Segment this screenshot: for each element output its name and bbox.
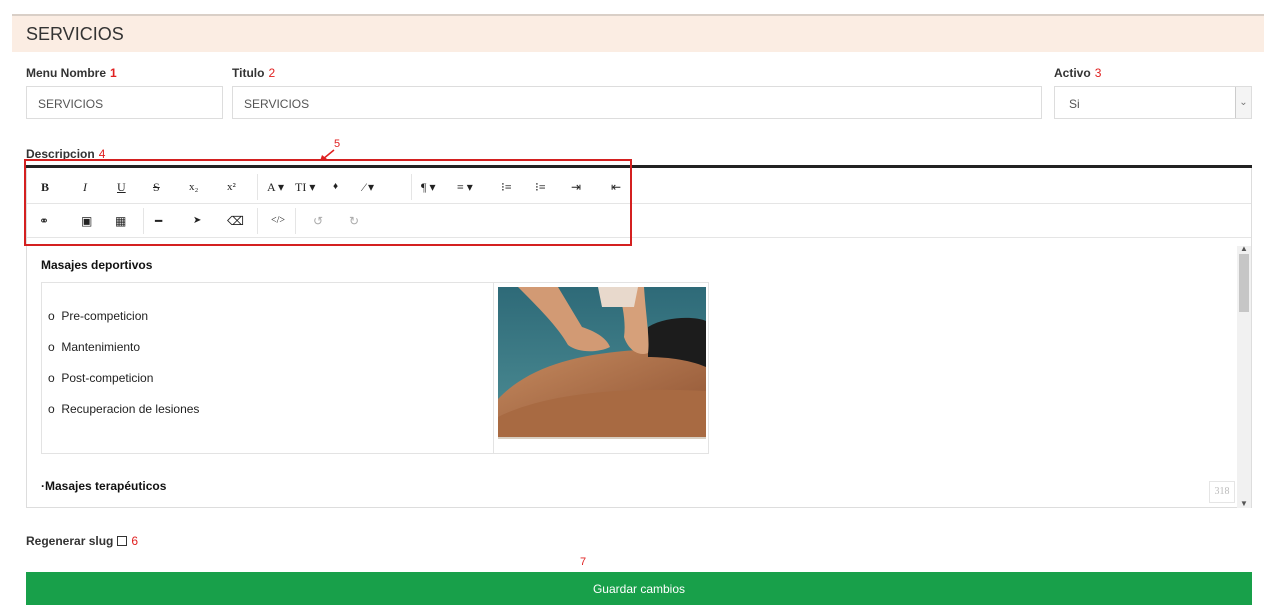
annotation-3: 3 (1094, 66, 1102, 80)
scroll-up-icon[interactable]: ▲ (1237, 244, 1251, 253)
activo-select-value: Si (1069, 97, 1080, 111)
toolbar-annotation-box (24, 159, 632, 246)
list-item: o Post-competicion (48, 371, 154, 385)
regenerar-slug-checkbox[interactable] (117, 536, 128, 546)
page-title: SERVICIOS (26, 24, 124, 44)
list-item: o Pre-competicion (48, 309, 149, 323)
titulo-label: Titulo 2 (232, 66, 275, 80)
titulo-input[interactable]: SERVICIOS (232, 86, 1042, 119)
annotation-2: 2 (268, 66, 276, 80)
list-item: o Mantenimiento (48, 340, 141, 354)
panel-header: SERVICIOS (12, 16, 1264, 52)
table-divider (493, 283, 494, 453)
menu-nombre-input[interactable]: SERVICIOS (26, 86, 223, 119)
regenerar-slug: Regenerar slug 6 (26, 534, 138, 548)
editor-scrollbar[interactable]: ▲ ▼ (1237, 244, 1251, 508)
massage-photo (498, 287, 706, 439)
menu-nombre-label: Menu Nombre 1 (26, 66, 117, 80)
activo-label-text: Activo (1054, 66, 1091, 80)
save-button[interactable]: Guardar cambios (26, 572, 1252, 605)
scroll-down-icon[interactable]: ▼ (1237, 499, 1251, 508)
content-table: o Pre-competicion o Mantenimiento o Post… (41, 282, 709, 454)
regenerar-slug-label: Regenerar slug (26, 534, 114, 548)
menu-nombre-label-text: Menu Nombre (26, 66, 107, 80)
content-heading-deportivos: Masajes deportivos (41, 258, 153, 272)
annotation-1: 1 (110, 66, 117, 80)
activo-select[interactable]: Si ⌄ (1054, 86, 1252, 119)
scroll-thumb[interactable] (1239, 254, 1249, 312)
activo-label: Activo 3 (1054, 66, 1101, 80)
annotation-6: 6 (131, 534, 139, 548)
character-counter: 318 (1209, 481, 1235, 503)
annotation-7: 7 (580, 556, 587, 568)
editor-content[interactable]: Masajes deportivos o Pre-competicion o M… (27, 246, 1237, 508)
titulo-label-text: Titulo (232, 66, 265, 80)
list-item: o Recuperacion de lesiones (48, 402, 200, 416)
content-heading-terapeuticos: ·Masajes terapéuticos (41, 479, 167, 493)
chevron-down-icon[interactable]: ⌄ (1235, 87, 1251, 118)
